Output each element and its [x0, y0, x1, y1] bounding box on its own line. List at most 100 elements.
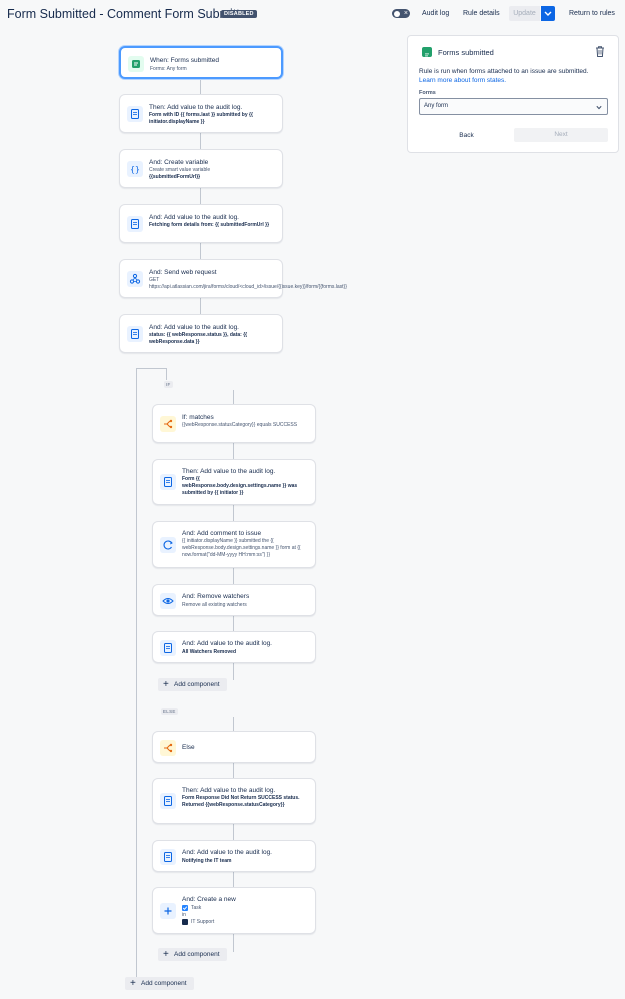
forms-icon [422, 47, 432, 57]
action-add-comment[interactable]: And: Add comment to issue {{ initiator.d… [152, 521, 316, 568]
else-tag: ELSE [161, 708, 178, 715]
component-subtitle: Fetching form details from: {{ submitted… [149, 222, 270, 228]
component-config-panel: Forms submitted Rule is run when forms a… [407, 35, 619, 153]
add-component-button-main[interactable]: + Add component [125, 977, 194, 990]
condition-if-matches[interactable]: If: matches {{webResponse.statusCategory… [152, 404, 316, 443]
rule-details-button[interactable]: Rule details [463, 7, 500, 21]
audit-log-icon [160, 474, 176, 490]
update-dropdown-button[interactable] [541, 6, 555, 21]
component-title: Then: Add value to the audit log. [149, 104, 243, 111]
audit-log-icon [160, 640, 176, 656]
component-title: And: Send web request [149, 269, 217, 276]
panel-title: Forms submitted [438, 48, 494, 57]
component-subtitle: Form with ID {{ forms.last }} submitted … [149, 112, 253, 125]
component-subtitle: Form {{ webResponse.body.design.settings… [182, 476, 298, 496]
plus-icon: + [163, 949, 169, 960]
component-subtitle: Form Response Did Not Return SUCCESS sta… [182, 795, 300, 808]
condition-else[interactable]: Else [152, 731, 316, 763]
action-audit-log-2[interactable]: And: Add value to the audit log. Fetchin… [119, 204, 283, 243]
audit-log-icon [160, 849, 176, 865]
component-title: Then: Add value to the audit log. [182, 787, 276, 794]
project-label: IT Support [191, 919, 215, 925]
forms-select-value: Any form [424, 103, 449, 109]
audit-log-icon [160, 793, 176, 809]
action-create-variable[interactable]: {} And: Create variable Create smart val… [119, 149, 283, 188]
component-title: And: Add value to the audit log. [182, 849, 272, 856]
component-title: Then: Add value to the audit log. [182, 468, 276, 475]
update-button[interactable]: Update [509, 6, 540, 21]
branch-connector [136, 368, 166, 369]
component-title: And: Add value to the audit log. [149, 214, 239, 221]
header: Form Submitted - Comment Form Submitter … [0, 0, 625, 28]
component-title: And: Add comment to issue [182, 530, 262, 537]
status-badge: DISABLED [221, 10, 257, 18]
component-title: And: Add value to the audit log. [149, 324, 239, 331]
chevron-down-icon [596, 105, 602, 110]
toggle-off-icon: × [403, 10, 408, 17]
action-audit-log-1[interactable]: Then: Add value to the audit log. Form w… [119, 94, 283, 133]
add-component-label: Add component [174, 681, 220, 688]
toggle-knob [394, 10, 400, 17]
next-button[interactable]: Next [514, 128, 608, 142]
component-title: When: Forms submitted [150, 57, 219, 64]
action-remove-watchers[interactable]: And: Remove watchers Remove all existing… [152, 584, 316, 616]
action-audit-log-7[interactable]: And: Add value to the audit log. Notifyi… [152, 840, 316, 872]
component-title: And: Remove watchers [182, 593, 250, 600]
add-component-button-if[interactable]: + Add component [158, 678, 227, 691]
plus-icon [160, 903, 176, 919]
variable-icon: {} [127, 161, 143, 177]
issue-type-label: Task [191, 905, 202, 911]
project-avatar-icon [182, 919, 188, 925]
action-audit-log-4[interactable]: Then: Add value to the audit log. Form {… [152, 459, 316, 505]
comment-icon [160, 537, 176, 553]
svg-text:{}: {} [130, 165, 140, 174]
action-send-web-request[interactable]: And: Send web request GET https://api.at… [119, 259, 347, 298]
component-subtitle-value: {{submittedFormUrl}} [149, 174, 201, 180]
enable-toggle[interactable]: × [392, 9, 410, 18]
audit-log-icon [127, 216, 143, 232]
back-button[interactable]: Back [419, 129, 514, 142]
component-title: And: Add value to the audit log. [182, 640, 272, 647]
component-subtitle: All Watchers Removed [182, 649, 236, 655]
component-subtitle: {{ initiator.displayName }} submitted th… [182, 538, 301, 558]
component-subtitle: Notifying the IT team [182, 858, 232, 864]
in-label: in [182, 912, 186, 918]
learn-more-link[interactable]: Learn more about form states. [419, 77, 506, 84]
component-title: Else [182, 744, 195, 751]
component-title: And: Create variable [149, 159, 209, 166]
audit-log-button[interactable]: Audit log [422, 7, 449, 21]
forms-select[interactable]: Any form [419, 98, 608, 115]
add-component-label: Add component [174, 951, 220, 958]
component-subtitle: GET https://api.atlassian.com/jira/forms… [149, 277, 347, 290]
add-component-button-else[interactable]: + Add component [158, 948, 227, 961]
action-audit-log-6[interactable]: Then: Add value to the audit log. Form R… [152, 778, 316, 824]
action-audit-log-3[interactable]: And: Add value to the audit log. status:… [119, 314, 283, 353]
component-title: If: matches [182, 414, 214, 421]
page-title: Form Submitted - Comment Form Submitter [7, 7, 251, 21]
eye-icon [160, 593, 176, 609]
component-subtitle: Create smart value variable [149, 167, 211, 173]
branch-corner [166, 368, 167, 380]
plus-icon: + [163, 679, 169, 690]
forms-label: Forms [419, 90, 436, 96]
forms-icon [128, 56, 144, 72]
add-component-label: Add component [141, 980, 187, 987]
action-audit-log-5[interactable]: And: Add value to the audit log. All Wat… [152, 631, 316, 663]
webhook-icon [127, 271, 143, 287]
trigger-forms-submitted[interactable]: When: Forms submitted Forms: Any form [119, 46, 283, 79]
audit-log-icon [127, 326, 143, 342]
branch-icon [160, 740, 176, 756]
component-subtitle: status: {{ webResponse.status }}, data: … [149, 332, 248, 345]
if-tag: IF [164, 381, 173, 388]
branch-icon [160, 416, 176, 432]
panel-description: Rule is run when forms attached to an is… [419, 67, 614, 85]
action-create-issue[interactable]: And: Create a new Task in IT Support [152, 887, 316, 934]
plus-icon: + [130, 978, 136, 989]
trash-icon[interactable] [594, 45, 606, 63]
return-to-rules-button[interactable]: Return to rules [569, 7, 615, 21]
panel-description-text: Rule is run when forms attached to an is… [419, 68, 589, 75]
component-subtitle: Forms: Any form [150, 66, 187, 72]
branch-flow-line [136, 368, 137, 978]
component-subtitle: Remove all existing watchers [182, 602, 247, 608]
audit-log-icon [127, 106, 143, 122]
